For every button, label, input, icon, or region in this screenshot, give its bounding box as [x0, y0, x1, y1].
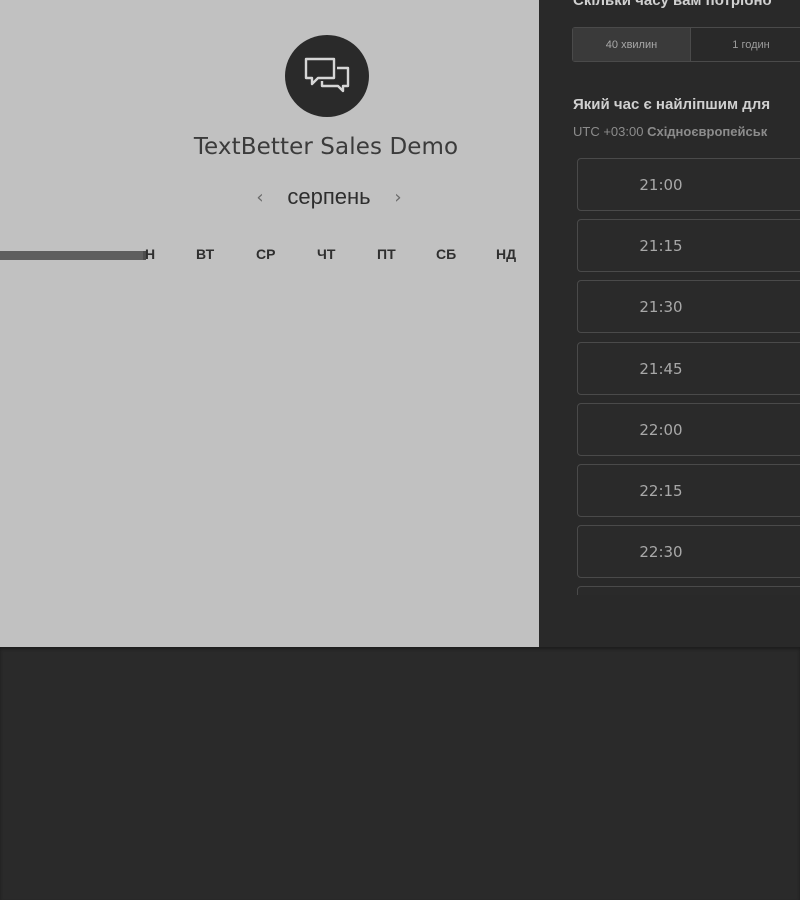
- weekday-wed: СР: [256, 246, 276, 262]
- time-slot-list[interactable]: 21:00 21:15 21:30 21:45 22:00 22:15 22:3…: [577, 158, 800, 595]
- chat-bubbles-icon: [304, 57, 350, 93]
- time-slot[interactable]: 21:15: [577, 219, 800, 272]
- weekday-sat: СБ: [436, 246, 457, 262]
- time-slot[interactable]: 21:30: [577, 280, 800, 333]
- duration-question: Скільки часу вам потрібно: [573, 0, 772, 9]
- time-slot[interactable]: 22:30: [577, 525, 800, 578]
- weekday-mon: Н: [145, 246, 156, 262]
- time-slot[interactable]: 21:00: [577, 158, 800, 211]
- next-month-button[interactable]: ›: [388, 187, 408, 208]
- timezone-name: Східноєвропейськ: [647, 124, 768, 139]
- duration-option-40min[interactable]: 40 хвилин: [573, 28, 691, 61]
- time-slot[interactable]: [577, 586, 800, 595]
- time-slot[interactable]: 22:00: [577, 403, 800, 456]
- timezone-offset: UTC +03:00: [573, 124, 644, 139]
- weekday-sun: НД: [496, 246, 517, 262]
- time-slot[interactable]: 22:15: [577, 464, 800, 517]
- time-question: Який час є найліпшим для: [573, 96, 771, 113]
- duration-option-1h[interactable]: 1 годин: [691, 28, 800, 61]
- loading-bar: [0, 251, 145, 260]
- avatar: [285, 35, 369, 117]
- weekday-header: Н ВТ СР ЧТ ПТ СБ НД: [143, 246, 533, 266]
- weekday-thu: ЧТ: [317, 246, 336, 262]
- timezone-label[interactable]: UTC +03:00 Східноєвропейськ: [573, 124, 767, 139]
- time-slot[interactable]: 21:45: [577, 342, 800, 395]
- page-backdrop: [0, 647, 800, 900]
- duration-selector: 40 хвилин 1 годин: [572, 27, 800, 62]
- month-label: серпень: [287, 184, 371, 209]
- weekday-tue: ВТ: [196, 246, 215, 262]
- weekday-fri: ПТ: [377, 246, 396, 262]
- month-navigation: ‹ серпень ›: [250, 180, 408, 214]
- previous-month-button[interactable]: ‹: [250, 187, 270, 208]
- calendar-panel: TextBetter Sales Demo ‹ серпень › Н ВТ С…: [0, 0, 539, 647]
- page-title: TextBetter Sales Demo: [193, 134, 459, 160]
